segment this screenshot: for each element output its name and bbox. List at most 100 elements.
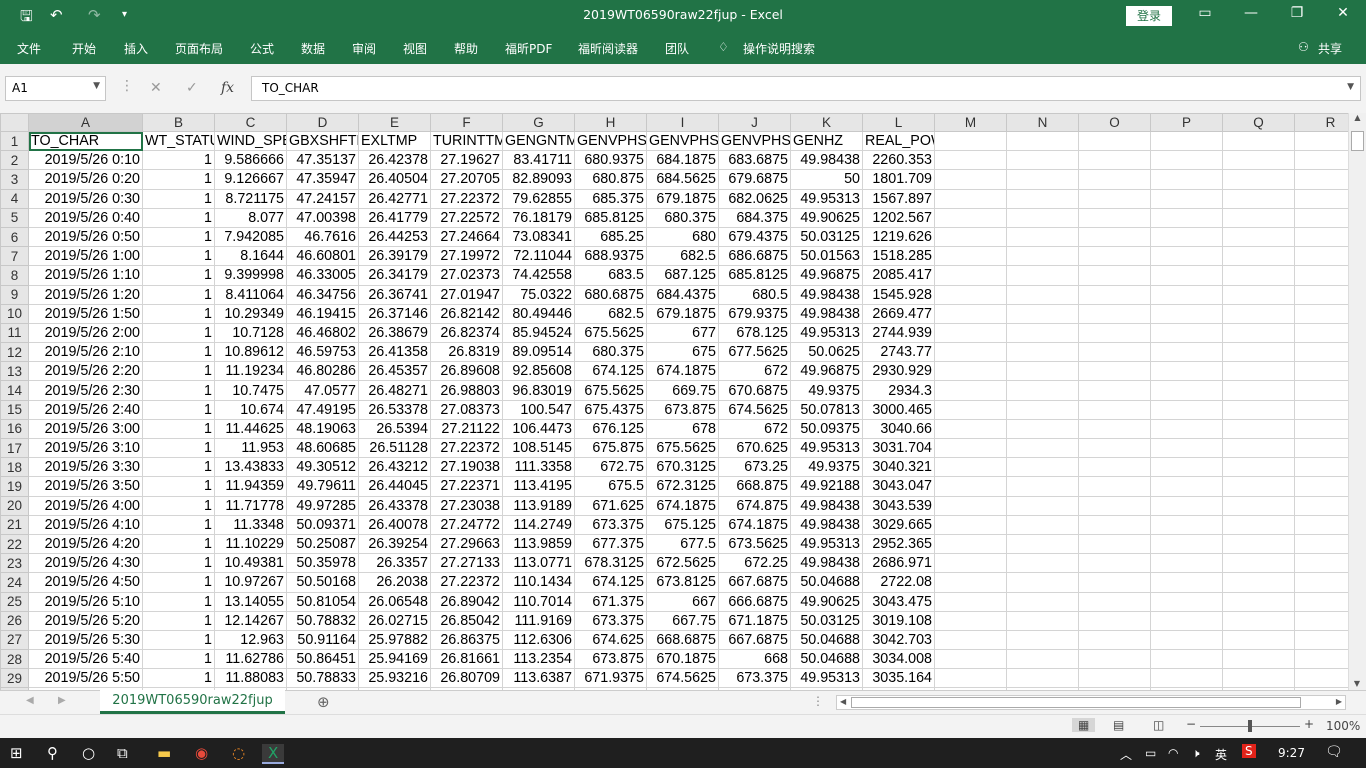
cell-B10[interactable]: 1 [142, 303, 215, 324]
cell-J14[interactable]: 670.6875 [718, 380, 791, 401]
cell-I15[interactable]: 673.875 [646, 399, 719, 420]
cell-D28[interactable]: 50.86451 [286, 649, 359, 670]
close-icon[interactable]: ✕ [1328, 5, 1358, 21]
cell-B1[interactable]: WT_STATU [142, 130, 215, 152]
cell-D10[interactable]: 46.19415 [286, 303, 359, 324]
cell-L24[interactable]: 2722.08 [862, 572, 935, 593]
column-header-O[interactable]: O [1078, 113, 1151, 132]
cell-Q3[interactable] [1222, 169, 1295, 190]
cell-A12[interactable]: 2019/5/26 2:10 [28, 342, 143, 363]
cell-M20[interactable] [934, 495, 1007, 516]
cell-A3[interactable]: 2019/5/26 0:20 [28, 169, 143, 190]
cell-G2[interactable]: 83.41711 [502, 150, 575, 171]
cell-P4[interactable] [1150, 188, 1223, 209]
cell-O17[interactable] [1078, 437, 1151, 459]
cell-R22[interactable] [1294, 533, 1348, 555]
cell-M5[interactable] [934, 207, 1007, 228]
cell-G21[interactable]: 114.2749 [502, 514, 575, 535]
cell-F9[interactable]: 27.01947 [430, 284, 503, 305]
cell-A29[interactable]: 2019/5/26 5:50 [28, 668, 143, 689]
column-header-C[interactable]: C [214, 113, 287, 132]
cell-I16[interactable]: 678 [646, 418, 719, 440]
cell-L2[interactable]: 2260.353 [862, 150, 935, 171]
scroll-thumb[interactable] [1351, 131, 1364, 151]
cell-P16[interactable] [1150, 418, 1223, 440]
column-header-H[interactable]: H [574, 113, 647, 132]
cell-J24[interactable]: 667.6875 [718, 572, 791, 593]
cell-R28[interactable] [1294, 649, 1348, 670]
add-sheet-icon[interactable]: ⊕ [317, 693, 330, 711]
cell-G25[interactable]: 110.7014 [502, 591, 575, 612]
cell-M1[interactable] [934, 130, 1007, 152]
cell-R27[interactable] [1294, 629, 1348, 651]
cell-F15[interactable]: 27.08373 [430, 399, 503, 420]
cell-D23[interactable]: 50.35978 [286, 553, 359, 574]
sogou-icon[interactable]: S [1242, 744, 1256, 758]
cell-O6[interactable] [1078, 226, 1151, 248]
cell-P3[interactable] [1150, 169, 1223, 190]
cell-P25[interactable] [1150, 591, 1223, 612]
cell-K10[interactable]: 49.98438 [790, 303, 863, 324]
cell-D4[interactable]: 47.24157 [286, 188, 359, 209]
notifications-icon[interactable]: 🗨 [1325, 744, 1343, 760]
column-header-L[interactable]: L [862, 113, 935, 132]
cell-L25[interactable]: 3043.475 [862, 591, 935, 612]
tab-view[interactable]: 视图 [403, 40, 427, 57]
cell-Q6[interactable] [1222, 226, 1295, 248]
cell-N19[interactable] [1006, 476, 1079, 497]
cell-R13[interactable] [1294, 361, 1348, 382]
cell-R12[interactable] [1294, 342, 1348, 363]
cell-C9[interactable]: 8.411064 [214, 284, 287, 305]
cell-L20[interactable]: 3043.539 [862, 495, 935, 516]
cell-L22[interactable]: 2952.365 [862, 533, 935, 555]
cell-G23[interactable]: 113.0771 [502, 553, 575, 574]
cell-C19[interactable]: 11.94359 [214, 476, 287, 497]
cell-D19[interactable]: 49.79611 [286, 476, 359, 497]
cell-A19[interactable]: 2019/5/26 3:50 [28, 476, 143, 497]
cell-G13[interactable]: 92.85608 [502, 361, 575, 382]
cell-N10[interactable] [1006, 303, 1079, 324]
cell-G7[interactable]: 72.11044 [502, 246, 575, 267]
cell-G9[interactable]: 75.0322 [502, 284, 575, 305]
cell-G26[interactable]: 111.9169 [502, 610, 575, 631]
cell-B6[interactable]: 1 [142, 226, 215, 248]
cell-R15[interactable] [1294, 399, 1348, 420]
cell-O19[interactable] [1078, 476, 1151, 497]
cell-F10[interactable]: 26.82142 [430, 303, 503, 324]
scroll-down-icon[interactable]: ▼ [1349, 679, 1365, 688]
cell-J20[interactable]: 674.875 [718, 495, 791, 516]
cell-H20[interactable]: 671.625 [574, 495, 647, 516]
cell-D9[interactable]: 46.34756 [286, 284, 359, 305]
cell-L17[interactable]: 3031.704 [862, 437, 935, 459]
cell-F22[interactable]: 27.29663 [430, 533, 503, 555]
cell-E27[interactable]: 25.97882 [358, 629, 431, 651]
cell-Q13[interactable] [1222, 361, 1295, 382]
cell-G3[interactable]: 82.89093 [502, 169, 575, 190]
horizontal-scrollbar[interactable]: ◀ ▶ [836, 695, 1346, 710]
cancel-icon[interactable]: ✕ [150, 80, 162, 96]
insert-function-icon[interactable]: fx [221, 80, 234, 96]
cell-O22[interactable] [1078, 533, 1151, 555]
column-header-N[interactable]: N [1006, 113, 1079, 132]
cell-N13[interactable] [1006, 361, 1079, 382]
cell-R18[interactable] [1294, 457, 1348, 478]
cell-A17[interactable]: 2019/5/26 3:10 [28, 437, 143, 459]
cell-Q17[interactable] [1222, 437, 1295, 459]
cell-H18[interactable]: 672.75 [574, 457, 647, 478]
cell-P29[interactable] [1150, 668, 1223, 689]
cell-O29[interactable] [1078, 668, 1151, 689]
select-all-corner[interactable] [0, 113, 29, 132]
cell-R2[interactable] [1294, 150, 1348, 171]
cell-Q5[interactable] [1222, 207, 1295, 228]
cell-N28[interactable] [1006, 649, 1079, 670]
cell-C1[interactable]: WIND_SPE [214, 130, 287, 152]
row-header[interactable]: 22 [0, 533, 29, 555]
cell-O21[interactable] [1078, 514, 1151, 535]
cell-O9[interactable] [1078, 284, 1151, 305]
cell-F8[interactable]: 27.02373 [430, 265, 503, 286]
cell-M4[interactable] [934, 188, 1007, 209]
cell-A13[interactable]: 2019/5/26 2:20 [28, 361, 143, 382]
cell-Q18[interactable] [1222, 457, 1295, 478]
cell-I22[interactable]: 677.5 [646, 533, 719, 555]
cell-B5[interactable]: 1 [142, 207, 215, 228]
